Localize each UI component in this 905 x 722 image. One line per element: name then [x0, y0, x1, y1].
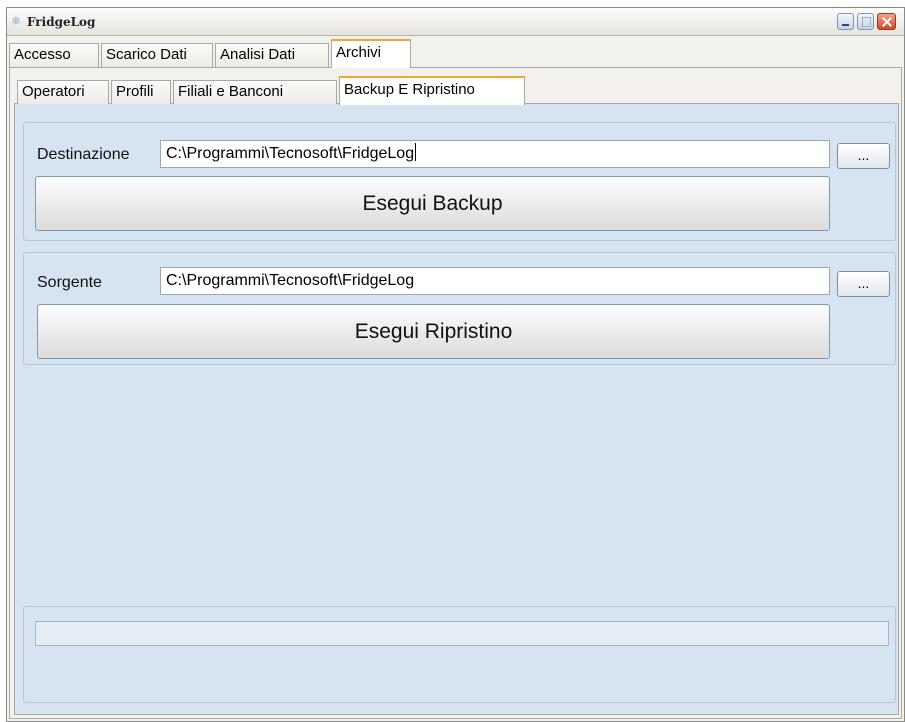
tab-backup-e-ripristino[interactable]: Backup E Ripristino: [339, 76, 525, 105]
text-caret: [415, 143, 417, 161]
destination-path-input[interactable]: C:\Programmi\Tecnosoft\FridgeLog: [160, 140, 830, 168]
tab-analisi-dati[interactable]: Analisi Dati: [215, 43, 329, 67]
progress-bar: [35, 621, 889, 646]
app-icon: ❄: [11, 14, 22, 28]
tab-operatori[interactable]: Operatori: [17, 80, 109, 104]
destination-path-value: C:\Programmi\Tecnosoft\FridgeLog: [166, 145, 415, 162]
title-bar[interactable]: ❄ FridgeLog: [7, 8, 904, 36]
close-icon[interactable]: [877, 13, 896, 30]
window-title: FridgeLog: [27, 15, 96, 29]
tab-profili[interactable]: Profili: [111, 80, 171, 104]
tab-filiali-e-banconi[interactable]: Filiali e Banconi: [173, 80, 337, 104]
tab-archivi[interactable]: Archivi: [331, 39, 411, 68]
source-browse-button[interactable]: ...: [837, 271, 890, 297]
restore-button[interactable]: Esegui Ripristino: [37, 304, 830, 359]
tab-accesso[interactable]: Accesso: [9, 43, 99, 67]
maximize-icon[interactable]: [857, 13, 874, 30]
source-label: Sorgente: [37, 274, 102, 291]
destination-browse-button[interactable]: ...: [837, 143, 890, 169]
tab-scarico-dati[interactable]: Scarico Dati: [101, 43, 213, 67]
destination-label: Destinazione: [37, 146, 130, 163]
backup-button[interactable]: Esegui Backup: [35, 176, 830, 231]
minimize-icon[interactable]: [837, 13, 854, 30]
source-path-input[interactable]: C:\Programmi\Tecnosoft\FridgeLog: [160, 267, 830, 295]
